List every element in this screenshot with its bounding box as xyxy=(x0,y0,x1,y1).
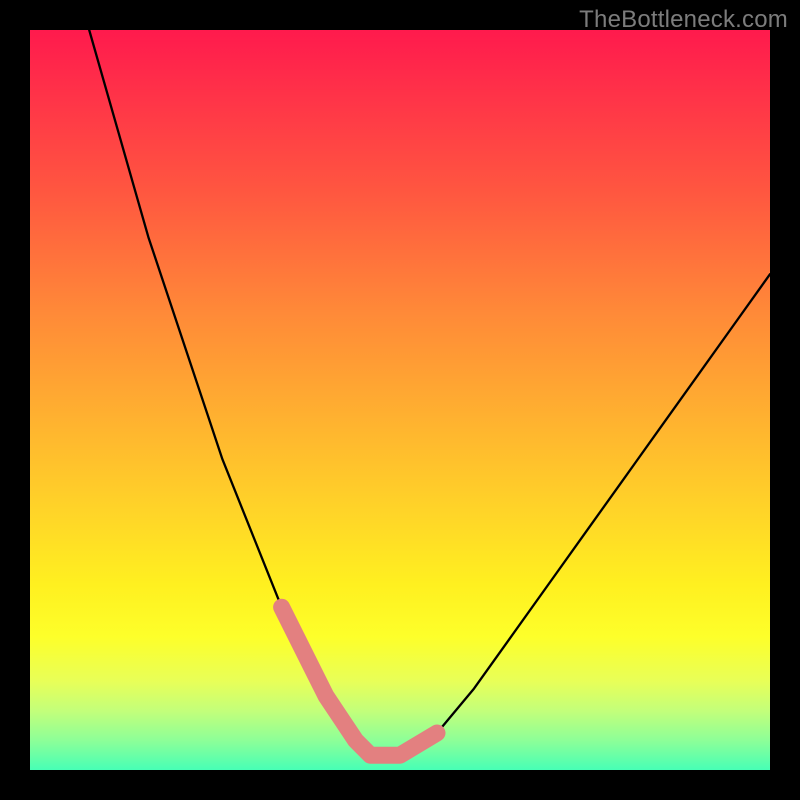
watermark-text: TheBottleneck.com xyxy=(579,6,788,34)
curve-highlight xyxy=(282,607,437,755)
plot-area xyxy=(30,30,770,770)
chart-frame: TheBottleneck.com xyxy=(0,0,800,800)
curve-line xyxy=(89,30,770,755)
bottleneck-curve xyxy=(30,30,770,770)
